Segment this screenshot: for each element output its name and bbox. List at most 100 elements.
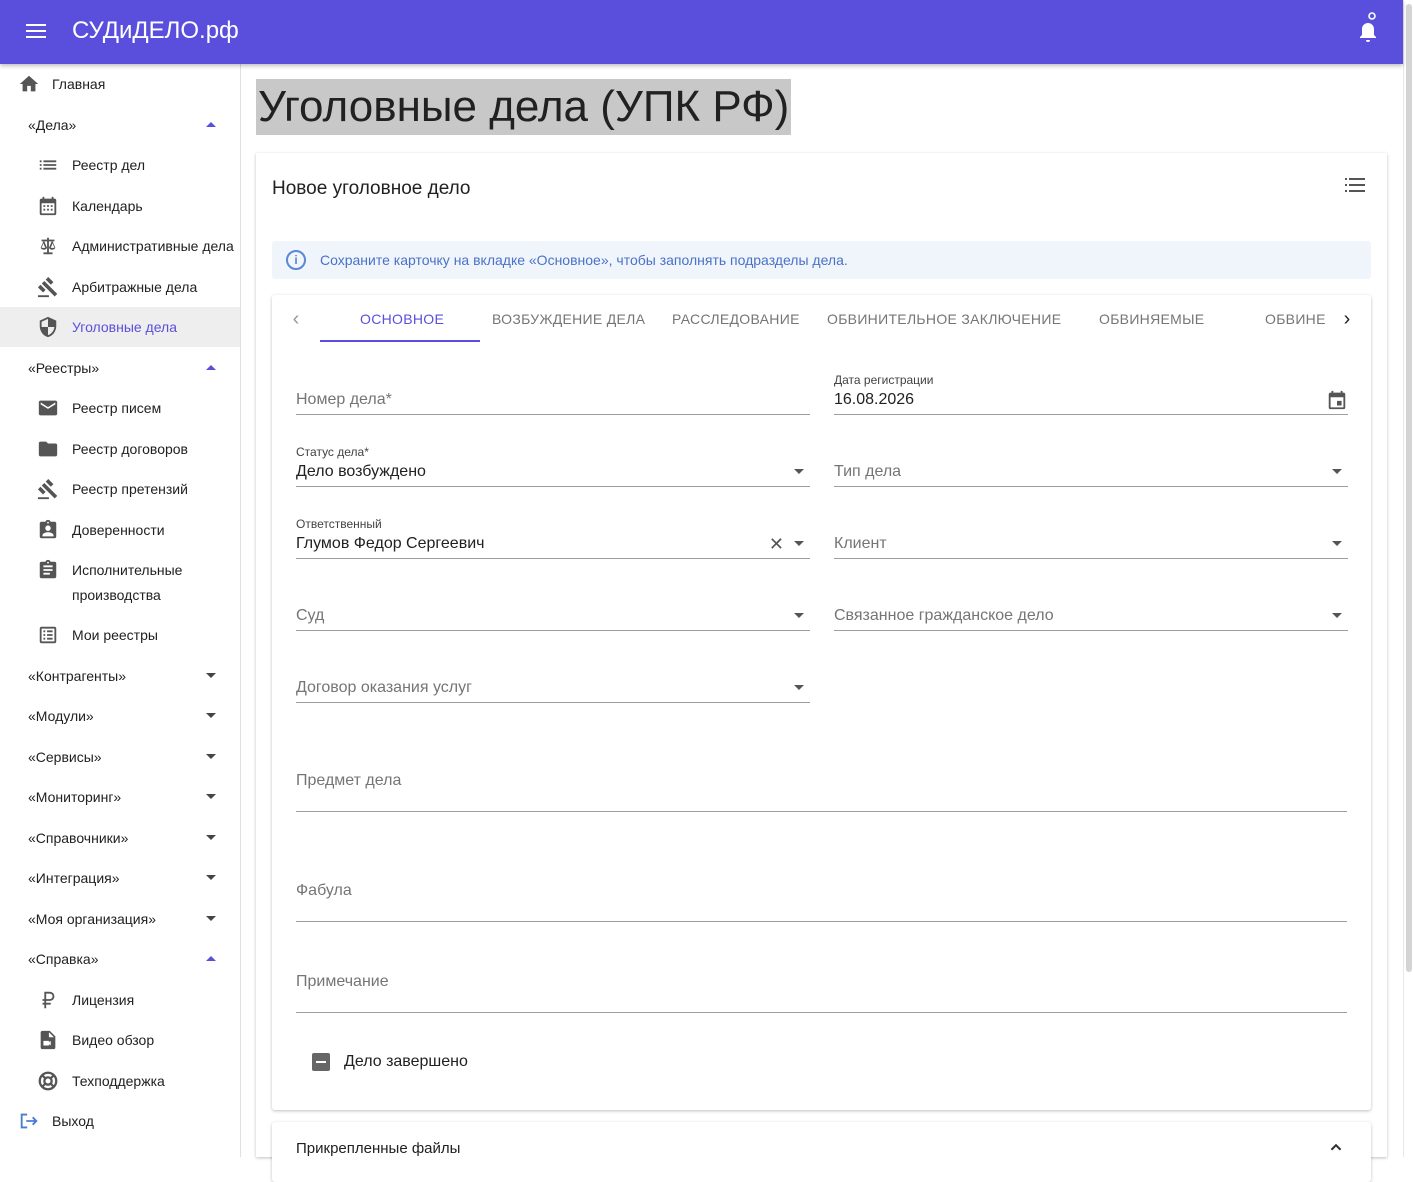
chevron-right-icon[interactable]: ›: [1337, 309, 1357, 329]
sidebar-item-label-line2: производства: [72, 587, 161, 603]
chevron-left-icon[interactable]: ‹: [286, 309, 306, 329]
notification-bell-icon[interactable]: [1356, 12, 1380, 44]
case-type-placeholder: Тип дела: [834, 463, 902, 480]
completed-label[interactable]: Дело завершено: [344, 1053, 468, 1071]
completed-checkbox[interactable]: [312, 1053, 330, 1071]
sidebar-item-calendar[interactable]: Календарь: [0, 186, 240, 226]
sidebar-group-label: «Справка»: [28, 951, 99, 967]
sidebar-group-services[interactable]: «Сервисы»: [0, 737, 240, 777]
scrollbar[interactable]: [1403, 0, 1413, 1157]
sidebar-item-support[interactable]: Техподдержка: [0, 1061, 240, 1101]
sidebar-item-label: Выход: [52, 1113, 94, 1129]
contract-select[interactable]: Договор оказания услуг: [296, 655, 810, 703]
sidebar-item-label: Реестр претензий: [72, 481, 188, 497]
sidebar-group-my-organization[interactable]: «Моя организация»: [0, 899, 240, 939]
note-textarea[interactable]: Примечание: [296, 957, 1347, 1013]
sidebar: Главная «Дела» Реестр дел Календарь Адми…: [0, 64, 241, 1157]
caret-down-icon: [206, 754, 216, 759]
sidebar-item-home[interactable]: Главная: [0, 64, 240, 104]
sidebar-item-video-overview[interactable]: Видео обзор: [0, 1020, 240, 1060]
chevron-up-icon[interactable]: [1325, 1136, 1347, 1158]
tab-investigation[interactable]: РАССЛЕДОВАНИЕ: [672, 311, 800, 327]
status-select[interactable]: Статус дела* Дело возбуждено: [296, 439, 810, 487]
menu-icon[interactable]: [26, 24, 46, 40]
brand-title[interactable]: СУДиДЕЛО.рф: [72, 17, 239, 45]
sidebar-item-letters-registry[interactable]: Реестр писем: [0, 388, 240, 428]
client-placeholder: Клиент: [834, 535, 887, 552]
sidebar-item-my-registries[interactable]: Мои реестры: [0, 615, 240, 655]
sidebar-group-registries[interactable]: «Реестры»: [0, 348, 240, 388]
sidebar-group-label: «Моя организация»: [28, 911, 156, 927]
sidebar-item-label: Мои реестры: [72, 627, 158, 643]
sidebar-item-power-of-attorney[interactable]: Доверенности: [0, 510, 240, 550]
attached-files-panel[interactable]: Прикрепленные файлы: [272, 1122, 1371, 1182]
court-select[interactable]: Суд: [296, 583, 810, 631]
subject-textarea[interactable]: Предмет дела: [296, 756, 1347, 812]
client-select[interactable]: Клиент: [834, 511, 1348, 559]
alert-text: Сохраните карточку на вкладке «Основное»…: [320, 252, 848, 268]
clear-icon[interactable]: ✕: [769, 535, 784, 553]
sidebar-item-arbitration-cases[interactable]: Арбитражные дела: [0, 267, 240, 307]
sidebar-item-administrative-cases[interactable]: Административные дела: [0, 226, 240, 266]
tab-initiation[interactable]: ВОЗБУЖДЕНИЕ ДЕЛА: [492, 311, 645, 327]
case-number-field[interactable]: Номер дела*: [296, 367, 810, 415]
list-icon[interactable]: [1345, 177, 1365, 193]
info-alert: i Сохраните карточку на вкладке «Основно…: [272, 241, 1371, 279]
dropdown-arrow-icon: [1332, 541, 1342, 546]
sidebar-group-modules[interactable]: «Модули»: [0, 696, 240, 736]
tab-indictment[interactable]: ОБВИНИТЕЛЬНОЕ ЗАКЛЮЧЕНИЕ: [827, 311, 1061, 327]
sidebar-item-label: Главная: [52, 76, 106, 92]
sidebar-group-counterparties[interactable]: «Контрагенты»: [0, 656, 240, 696]
sidebar-item-label: Лицензия: [72, 992, 135, 1008]
ruble-icon: [42, 991, 55, 1009]
scrollbar-thumb[interactable]: [1406, 4, 1412, 972]
case-number-placeholder: Номер дела*: [296, 391, 392, 408]
shield-icon: [39, 316, 57, 338]
sidebar-item-license[interactable]: Лицензия: [0, 980, 240, 1020]
sidebar-group-integration[interactable]: «Интеграция»: [0, 858, 240, 898]
folder-icon: [38, 441, 58, 457]
civil-case-placeholder: Связанное гражданское дело: [834, 607, 1054, 624]
sidebar-item-contracts-registry[interactable]: Реестр договоров: [0, 429, 240, 469]
sidebar-item-label: Исполнительные: [72, 562, 183, 578]
sidebar-group-directories[interactable]: «Справочники»: [0, 818, 240, 858]
sidebar-group-monitoring[interactable]: «Мониторинг»: [0, 777, 240, 817]
responsible-select[interactable]: Ответственный Глумов Федор Сергеевич ✕: [296, 511, 810, 559]
tab-truncated[interactable]: ОБВИНЕ: [1265, 311, 1325, 327]
sidebar-item-case-registry[interactable]: Реестр дел: [0, 145, 240, 185]
sidebar-item-criminal-cases[interactable]: Уголовные дела: [0, 307, 240, 347]
sidebar-item-label: Уголовные дела: [72, 319, 178, 335]
caret-up-icon: [206, 122, 216, 127]
caret-down-icon: [206, 835, 216, 840]
tab-accused[interactable]: ОБВИНЯЕМЫЕ: [1099, 311, 1204, 327]
sidebar-item-logout[interactable]: Выход: [0, 1101, 240, 1141]
sidebar-group-cases[interactable]: «Дела»: [0, 105, 240, 145]
video-file-icon: [40, 1030, 56, 1050]
sidebar-group-label: «Дела»: [28, 117, 77, 133]
sidebar-group-label: «Справочники»: [28, 830, 129, 846]
tab-indicator: [320, 340, 480, 342]
responsible-label: Ответственный: [296, 517, 382, 531]
dropdown-arrow-icon: [1332, 613, 1342, 618]
page-title: Уголовные дела (УПК РФ): [256, 79, 792, 135]
sidebar-group-label: «Мониторинг»: [28, 789, 122, 805]
tab-main[interactable]: ОСНОВНОЕ: [360, 311, 444, 327]
case-type-select[interactable]: Тип дела: [834, 439, 1348, 487]
scales-icon: [40, 237, 56, 255]
caret-down-icon: [206, 673, 216, 678]
sidebar-group-help[interactable]: «Справка»: [0, 939, 240, 979]
card-title: Новое уголовное дело: [272, 178, 471, 199]
sidebar-item-label: Арбитражные дела: [72, 279, 198, 295]
sidebar-item-claims-registry[interactable]: Реестр претензий: [0, 469, 240, 509]
sidebar-item-label: Календарь: [72, 198, 143, 214]
info-icon: i: [286, 250, 306, 270]
contract-placeholder: Договор оказания услуг: [296, 679, 472, 696]
registration-date-field[interactable]: Дата регистрации 16.08.2026: [834, 367, 1348, 415]
fabula-textarea[interactable]: Фабула: [296, 866, 1347, 922]
registration-date-value: 16.08.2026: [834, 391, 915, 408]
calendar-icon[interactable]: [1326, 389, 1348, 411]
app-bar: СУДиДЕЛО.рф: [0, 0, 1403, 64]
sidebar-item-label: Реестр дел: [72, 157, 146, 173]
badge-icon: [39, 519, 57, 539]
civil-case-select[interactable]: Связанное гражданское дело: [834, 583, 1348, 631]
